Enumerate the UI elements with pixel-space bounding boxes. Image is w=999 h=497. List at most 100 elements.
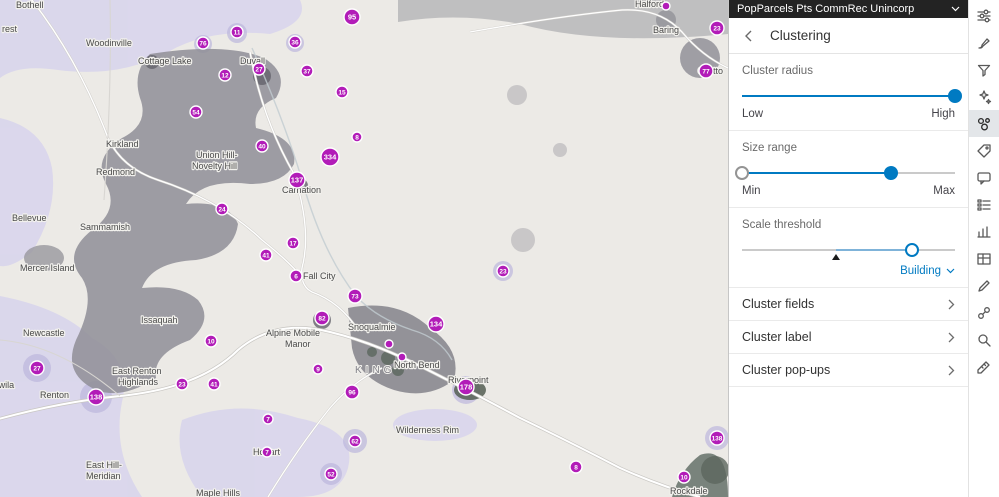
scale-threshold-handle[interactable] <box>905 243 920 257</box>
cluster-marker[interactable] <box>384 339 394 349</box>
cluster-marker[interactable]: 96 <box>344 384 360 400</box>
cluster-marker[interactable]: 178 <box>457 378 475 396</box>
properties-tool-button[interactable] <box>969 2 999 29</box>
size-min-label: Min <box>742 185 761 197</box>
cluster-marker[interactable]: 137 <box>288 171 306 189</box>
cluster-marker[interactable]: 134 <box>427 315 445 333</box>
map-label: Cottage Lake <box>138 56 192 66</box>
scale-level-selector[interactable]: Building <box>742 265 955 277</box>
map-label: Maple Hills <box>196 488 241 497</box>
cluster-count-label: 82 <box>318 315 326 322</box>
fields-tool-button[interactable] <box>969 191 999 218</box>
clustering-tool-button[interactable] <box>969 110 999 137</box>
cluster-marker[interactable]: 17 <box>286 236 300 250</box>
cluster-marker[interactable]: 76 <box>196 36 210 50</box>
edit-tool-button[interactable] <box>969 272 999 299</box>
cluster-count-label: 6 <box>294 273 298 280</box>
map-view[interactable]: rest Bothell Woodinville Cottage Lake Duvall… <box>0 0 728 497</box>
cluster-marker[interactable]: 23 <box>175 377 189 391</box>
charts-tool-button[interactable] <box>969 218 999 245</box>
cluster-marker[interactable]: 24 <box>215 202 229 216</box>
cluster-marker[interactable]: 9 <box>312 363 324 375</box>
cluster-marker[interactable]: 23 <box>496 264 510 278</box>
cluster-count-label: 36 <box>291 39 299 46</box>
cluster-marker[interactable]: 15 <box>335 85 349 99</box>
cluster-radius-handle[interactable] <box>948 89 962 103</box>
cluster-marker-circle[interactable] <box>384 339 394 349</box>
map-label: Newcastle <box>23 328 65 338</box>
cluster-marker[interactable]: 23 <box>709 20 725 36</box>
search-icon <box>978 333 991 347</box>
labels-tool-button[interactable] <box>969 137 999 164</box>
cluster-marker[interactable]: 27 <box>252 62 266 76</box>
cluster-marker[interactable]: 52 <box>324 467 338 481</box>
chevron-right-icon <box>948 299 955 310</box>
effects-tool-button[interactable] <box>969 83 999 110</box>
map-label: Baring <box>653 25 679 35</box>
cluster-fields-row[interactable]: Cluster fields <box>729 288 968 321</box>
size-range-max-handle[interactable] <box>884 166 899 180</box>
map-label: Woodinville <box>86 38 132 48</box>
map-label: Bellevue <box>12 213 47 223</box>
chevron-down-icon[interactable] <box>951 6 960 12</box>
cluster-count-label: 52 <box>327 471 335 478</box>
size-range-slider[interactable] <box>735 166 955 180</box>
cluster-marker[interactable]: 62 <box>348 434 362 448</box>
cluster-count-label: 178 <box>460 382 473 391</box>
cluster-marker[interactable]: 77 <box>698 63 714 79</box>
layer-header[interactable]: PopParcels Pts CommRec Unincorp <box>729 0 968 18</box>
cluster-count-label: 8 <box>355 134 359 141</box>
cluster-marker[interactable]: 54 <box>189 105 203 119</box>
back-button[interactable] <box>740 28 756 44</box>
cluster-marker[interactable]: 10 <box>677 470 691 484</box>
map-label: Issaquah <box>141 315 178 325</box>
measure-tool-button[interactable] <box>969 353 999 380</box>
map-canvas[interactable]: restBothellWoodinvilleCottage Lake Duvall… <box>0 0 728 497</box>
table-tool-button[interactable] <box>969 245 999 272</box>
search-tool-button[interactable] <box>969 326 999 353</box>
cluster-marker[interactable]: 41 <box>207 377 221 391</box>
size-range-min-handle[interactable] <box>735 166 749 180</box>
cluster-marker[interactable]: 73 <box>347 288 363 304</box>
scale-threshold-slider[interactable] <box>742 243 955 260</box>
cluster-label-row[interactable]: Cluster label <box>729 321 968 354</box>
styles-tool-button[interactable] <box>969 29 999 56</box>
cluster-marker[interactable]: 27 <box>29 360 45 376</box>
cluster-marker[interactable]: 37 <box>300 64 314 78</box>
cluster-marker[interactable]: 11 <box>230 25 244 39</box>
cluster-marker[interactable]: 8 <box>351 131 363 143</box>
size-max-label: Max <box>933 185 955 197</box>
cluster-marker[interactable]: 138 <box>87 388 105 406</box>
cluster-marker[interactable]: 82 <box>314 310 330 326</box>
panel-title-row: Clustering <box>729 18 968 54</box>
popups-icon <box>977 171 991 185</box>
cluster-marker[interactable]: 40 <box>255 139 269 153</box>
cluster-marker[interactable]: 138 <box>709 430 725 446</box>
cluster-count-label: 37 <box>303 68 311 75</box>
popups-tool-button[interactable] <box>969 164 999 191</box>
cluster-marker[interactable]: 8 <box>569 460 583 474</box>
cluster-marker[interactable]: 7 <box>261 446 273 458</box>
cluster-popups-row[interactable]: Cluster pop-ups <box>729 354 968 387</box>
map-label: East Renton <box>112 366 162 376</box>
map-label: Wilderness Rim <box>396 425 459 435</box>
cluster-marker[interactable]: 10 <box>204 334 218 348</box>
cluster-marker[interactable]: 95 <box>343 8 361 26</box>
cluster-marker[interactable]: 41 <box>259 248 273 262</box>
cluster-marker[interactable] <box>397 352 407 362</box>
share-tool-button[interactable] <box>969 299 999 326</box>
cluster-marker[interactable]: 36 <box>288 35 302 49</box>
cluster-marker-circle[interactable] <box>397 352 407 362</box>
filter-icon <box>977 64 991 77</box>
cluster-marker[interactable]: 12 <box>218 68 232 82</box>
cluster-marker[interactable]: 6 <box>289 269 303 283</box>
cluster-radius-label: Cluster radius <box>742 65 813 77</box>
cluster-radius-slider[interactable] <box>742 89 962 103</box>
filter-tool-button[interactable] <box>969 56 999 83</box>
panel-title: Clustering <box>770 28 831 43</box>
cluster-marker[interactable]: 334 <box>320 147 340 167</box>
cluster-count-label: 76 <box>199 40 207 47</box>
cluster-marker[interactable] <box>661 1 671 11</box>
cluster-marker-circle[interactable] <box>661 1 671 11</box>
cluster-marker[interactable]: 7 <box>262 413 274 425</box>
